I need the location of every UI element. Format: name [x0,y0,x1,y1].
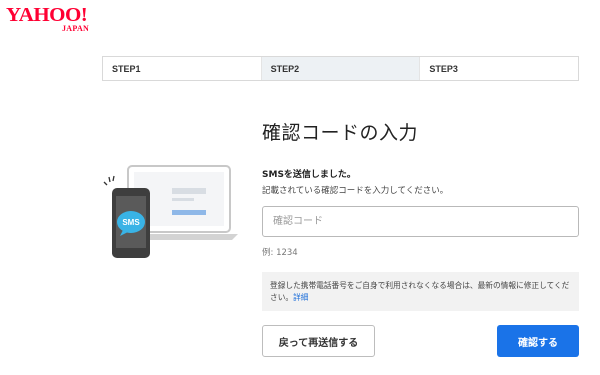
confirm-button[interactable]: 確認する [497,325,579,357]
step-3-label: STEP3 [429,63,458,74]
sms-sent-message: SMSを送信しました。 [262,170,356,180]
step-2-label: STEP2 [270,63,300,74]
notice-box: 登録した携帯電話番号をご自身で利用されなくなる場合は、最新の情報に修正してくださ… [262,272,579,311]
yahoo-japan-logo[interactable]: YAHOO! JAPAN [6,4,106,34]
step-1: STEP1 [103,57,261,80]
instruction-text: 記載されている確認コードを入力してください。 [262,186,449,196]
page-title: 確認コードの入力 [262,122,419,144]
details-link[interactable]: 詳細 [293,293,308,302]
back-resend-button[interactable]: 戻って再送信する [262,325,375,357]
step-3: STEP3 [419,57,578,80]
signal-lines-icon [103,175,115,186]
sms-bubble-label: SMS [122,218,140,227]
input-example: 例: 1234 [262,248,298,258]
confirmation-code-input[interactable] [262,206,579,237]
step-progress-bar: STEP1 STEP2 STEP3 [102,56,579,81]
step-1-label: STEP1 [112,63,141,74]
step-2: STEP2 [260,57,420,80]
logo-subtext: JAPAN [62,24,90,33]
phone-laptop-sms-illustration: SMS [103,165,238,258]
notice-text: 登録した携帯電話番号をご自身で利用されなくなる場合は、最新の情報に修正してくださ… [270,281,570,302]
